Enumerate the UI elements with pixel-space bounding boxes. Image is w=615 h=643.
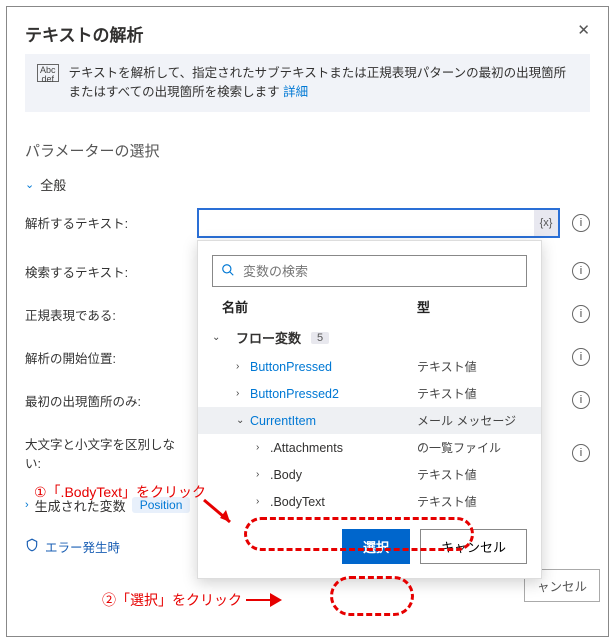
variable-type: テキスト値: [417, 385, 527, 402]
search-input[interactable]: [243, 264, 518, 279]
variable-type: メール メッセージ: [417, 412, 527, 429]
group-count-badge: 5: [311, 332, 329, 344]
shield-icon: [25, 538, 39, 555]
cancel-button[interactable]: キャンセル: [420, 529, 527, 564]
info-icon[interactable]: i: [572, 305, 590, 323]
text-to-parse-input[interactable]: [197, 208, 560, 238]
variable-name: .Attachments: [270, 441, 417, 455]
search-icon: [221, 263, 235, 280]
dialog-title: テキストの解析: [25, 21, 144, 46]
col-name: 名前: [222, 297, 417, 316]
label-text-to-parse: 解析するテキスト:: [25, 213, 189, 232]
variable-item[interactable]: ›.Attachmentsの一覧ファイル: [198, 434, 541, 461]
variable-type: テキスト値: [417, 466, 527, 483]
variable-type: テキスト値: [417, 493, 527, 510]
col-type: 型: [417, 297, 527, 316]
variable-item[interactable]: ›ButtonPressedテキスト値: [198, 353, 541, 380]
generated-vars-label: 生成された変数: [35, 496, 126, 515]
variable-item[interactable]: ›ButtonPressed2テキスト値: [198, 380, 541, 407]
group-label: 全般: [40, 175, 66, 194]
variable-name: ButtonPressed2: [250, 387, 417, 401]
variable-name: .BodyText: [270, 495, 417, 509]
chevron-down-icon: ⌄: [212, 332, 226, 343]
details-link[interactable]: 詳細: [283, 85, 308, 99]
flow-vars-group[interactable]: ⌄ フロー変数 5: [198, 322, 541, 353]
info-icon[interactable]: i: [572, 444, 590, 462]
select-button[interactable]: 選択: [342, 529, 410, 564]
label-ignore-case: 大文字と小文字を区別しない:: [25, 434, 189, 472]
section-label: パラメーターの選択: [25, 140, 590, 161]
chevron-right-icon: ›: [236, 361, 250, 372]
variable-picker-popup: 名前 型 ⌄ フロー変数 5 ›ButtonPressedテキスト値›Butto…: [197, 240, 542, 579]
info-banner: Abcdef テキストを解析して、指定されたサブテキストまたは正規表現パターンの…: [25, 54, 590, 112]
close-icon[interactable]: ✕: [577, 21, 590, 39]
chevron-right-icon: ›: [256, 469, 270, 480]
chevron-right-icon: ›: [25, 499, 29, 511]
chevron-right-icon: ›: [236, 388, 250, 399]
info-icon[interactable]: i: [572, 214, 590, 232]
chevron-right-icon: ›: [256, 496, 270, 507]
variable-type: の一覧ファイル: [417, 439, 527, 456]
chevron-right-icon: ›: [256, 442, 270, 453]
search-box[interactable]: [212, 255, 527, 287]
info-icon[interactable]: i: [572, 262, 590, 280]
variable-item[interactable]: ›.BodyTextテキスト値: [198, 488, 541, 515]
info-icon[interactable]: i: [572, 391, 590, 409]
chevron-down-icon: ⌄: [236, 415, 250, 426]
variable-item[interactable]: ⌄CurrentItemメール メッセージ: [198, 407, 541, 434]
fx-button[interactable]: {x}: [534, 210, 558, 236]
variable-name: .Body: [270, 468, 417, 482]
info-icon[interactable]: i: [572, 348, 590, 366]
chevron-down-icon: ⌄: [25, 178, 34, 191]
group-toggle[interactable]: ⌄ 全般: [25, 175, 590, 194]
label-start-pos: 解析の開始位置:: [25, 348, 189, 367]
variable-name: CurrentItem: [250, 414, 417, 428]
label-text-to-find: 検索するテキスト:: [25, 262, 189, 281]
label-first-only: 最初の出現箇所のみ:: [25, 391, 189, 410]
on-error-label: エラー発生時: [45, 537, 120, 556]
abc-icon: Abcdef: [37, 64, 59, 82]
variable-type: テキスト値: [417, 358, 527, 375]
variable-item[interactable]: ›.Bodyテキスト値: [198, 461, 541, 488]
banner-text: テキストを解析して、指定されたサブテキストまたは正規表現パターンの最初の出現箇所…: [69, 66, 567, 99]
group-header-label: フロー変数: [236, 328, 301, 347]
label-is-regex: 正規表現である:: [25, 305, 189, 324]
generated-var-pill[interactable]: Position: [132, 497, 191, 513]
variable-name: ButtonPressed: [250, 360, 417, 374]
